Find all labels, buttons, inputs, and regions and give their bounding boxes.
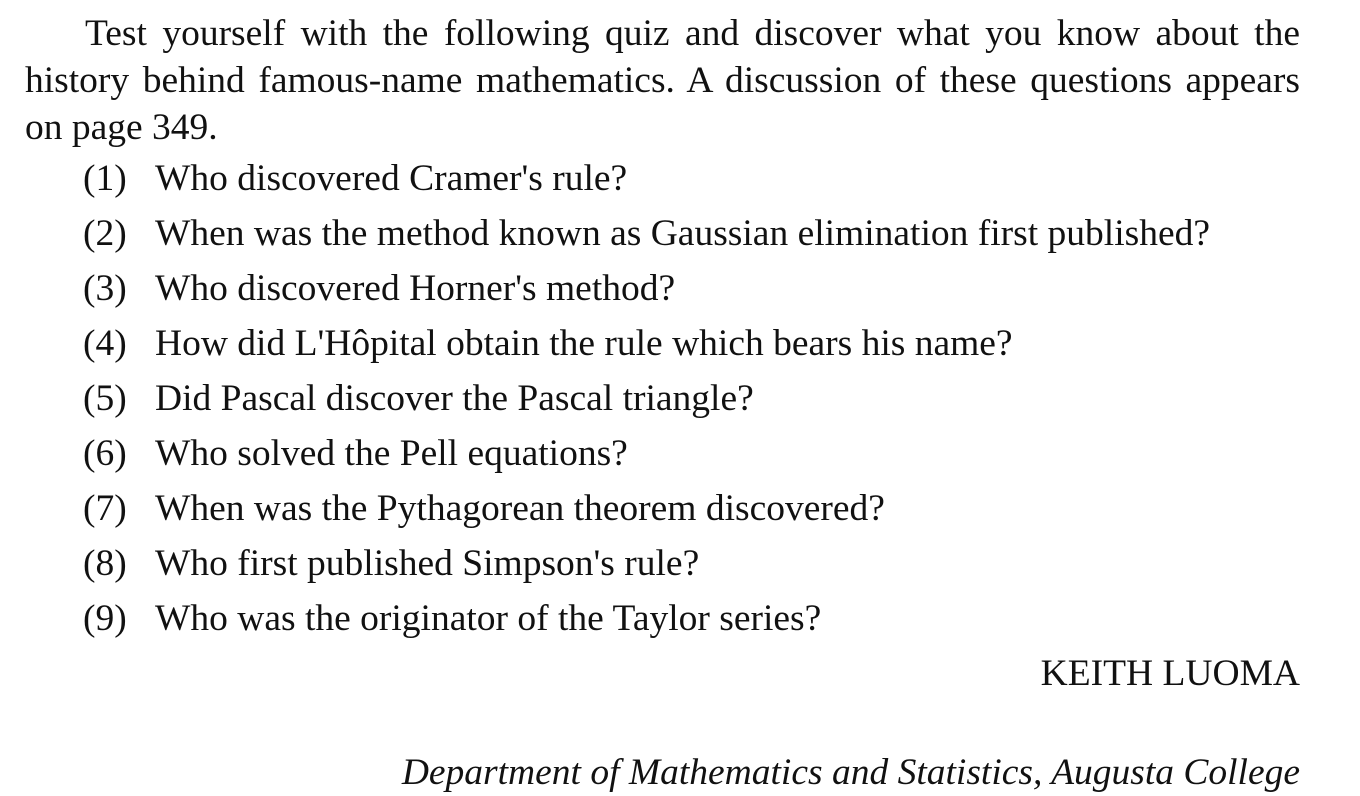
question-item-7: (7) When was the Pythagorean theorem dis…: [25, 486, 1300, 532]
question-item-2: (2) When was the method known as Gaussia…: [25, 211, 1300, 257]
question-number: (4): [83, 323, 127, 364]
question-text: Who discovered Horner's method?: [155, 268, 676, 309]
question-item-9: (9) Who was the originator of the Taylor…: [25, 596, 1300, 642]
question-text: Who discovered Cramer's rule?: [155, 158, 628, 199]
question-text: Who solved the Pell equations?: [155, 433, 628, 474]
author-name: KEITH LUOMA: [1040, 653, 1300, 694]
question-number: (6): [83, 433, 127, 474]
intro-paragraph: Test yourself with the following quiz an…: [25, 13, 1300, 148]
author-affiliation: Department of Mathematics and Statistics…: [401, 752, 1300, 793]
question-number: (8): [83, 543, 127, 584]
question-text: When was the method known as Gaussian el…: [155, 213, 1210, 254]
question-item-1: (1) Who discovered Cramer's rule?: [25, 156, 1300, 202]
question-text: Did Pascal discover the Pascal triangle?: [155, 378, 754, 419]
question-item-3: (3) Who discovered Horner's method?: [25, 266, 1300, 312]
question-item-8: (8) Who first published Simpson's rule?: [25, 541, 1300, 587]
question-number: (9): [83, 598, 127, 639]
question-text: Who first published Simpson's rule?: [155, 543, 700, 584]
question-number: (1): [83, 158, 127, 199]
question-item-4: (4) How did L'Hôpital obtain the rule wh…: [25, 321, 1300, 367]
question-list: (1) Who discovered Cramer's rule? (2) Wh…: [25, 156, 1300, 642]
question-number: (3): [83, 268, 127, 309]
question-number: (7): [83, 488, 127, 529]
question-item-6: (6) Who solved the Pell equations?: [25, 431, 1300, 477]
question-number: (2): [83, 213, 127, 254]
document-page: Test yourself with the following quiz an…: [25, 10, 1300, 697]
question-item-5: (5) Did Pascal discover the Pascal trian…: [25, 376, 1300, 422]
question-number: (5): [83, 378, 127, 419]
question-text: Who was the originator of the Taylor ser…: [155, 598, 822, 639]
question-text: When was the Pythagorean theorem discove…: [155, 488, 885, 529]
question-text: How did L'Hôpital obtain the rule which …: [155, 323, 1013, 364]
